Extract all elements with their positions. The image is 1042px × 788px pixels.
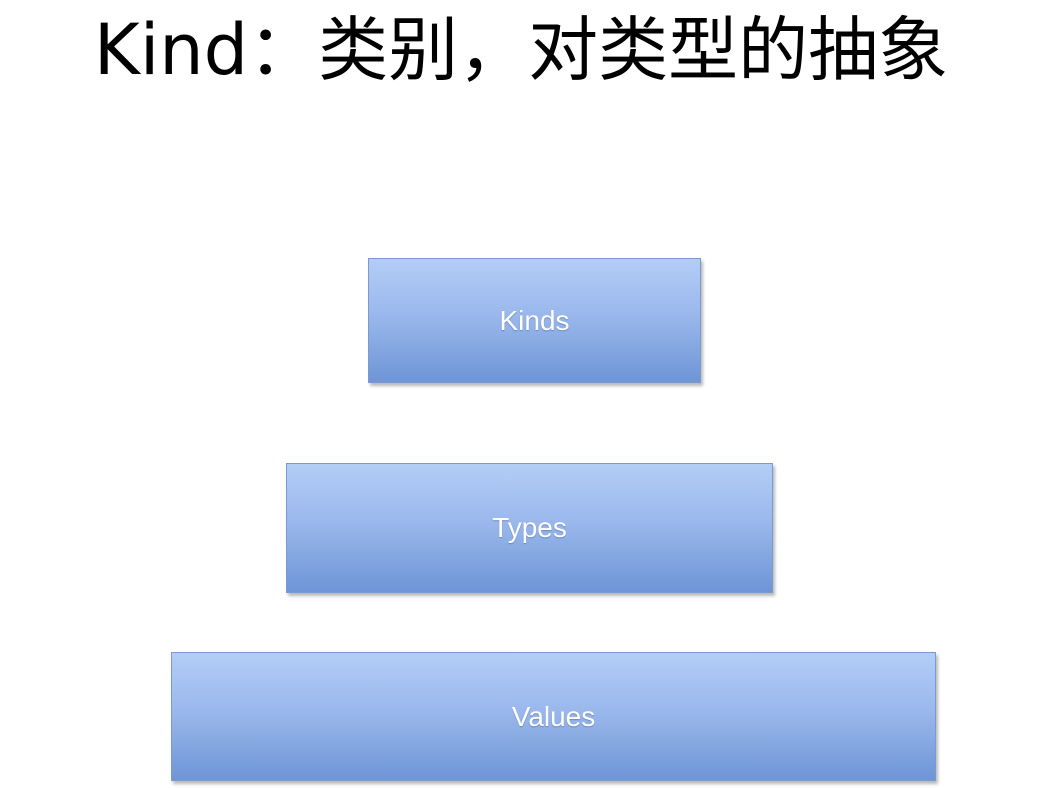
- slide-title: Kind：类别，对类型的抽象: [93, 9, 949, 91]
- types-label: Types: [492, 512, 567, 543]
- kinds-box: Kinds: [368, 258, 701, 383]
- values-label: Values: [511, 700, 596, 732]
- values-box: Values: [171, 652, 936, 781]
- kinds-label: Kinds: [499, 304, 570, 336]
- types-box: Types: [286, 463, 773, 593]
